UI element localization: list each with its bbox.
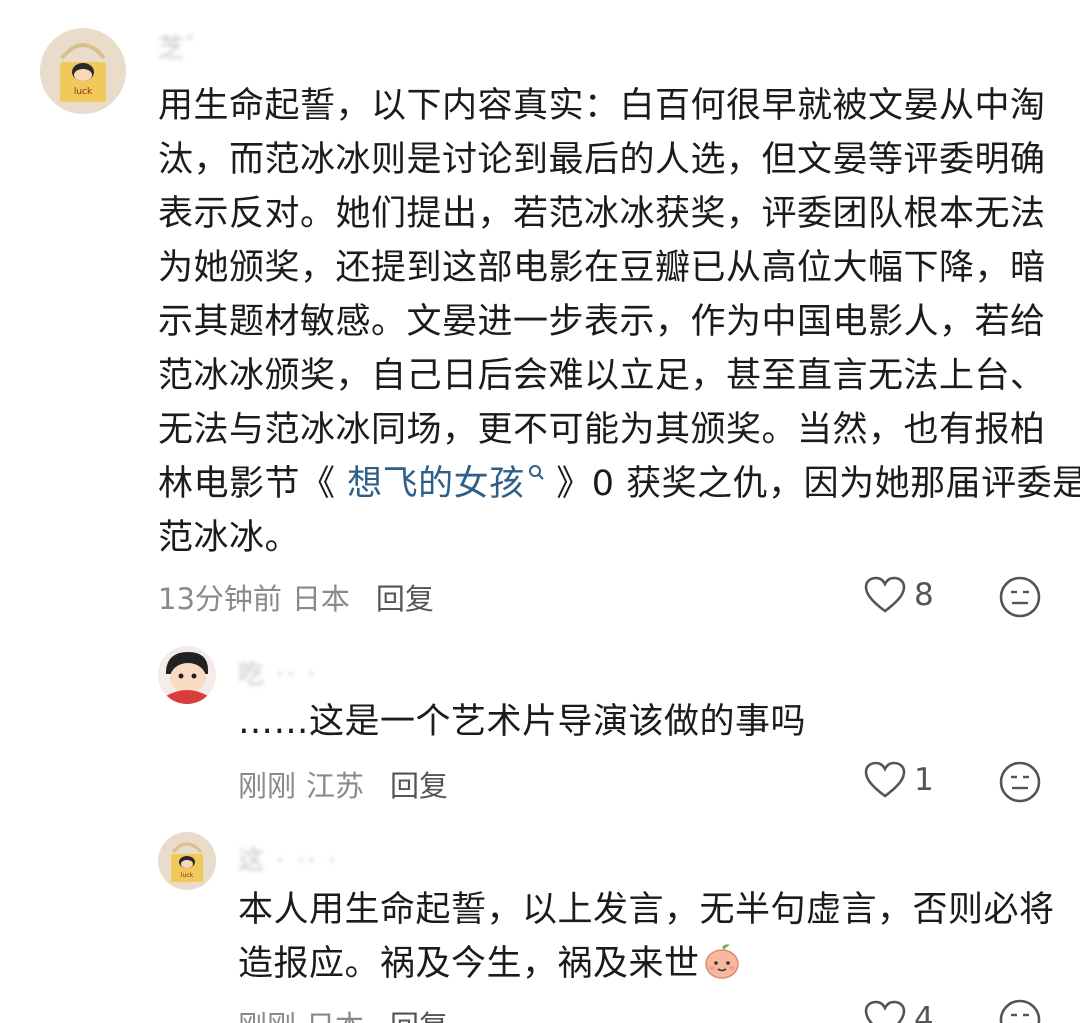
comment-line-prefix: 林电影节《 <box>158 464 348 504</box>
reply-item: luck 这 · ·· · 本人用生命起誓，以上发言，无半句虚言，否则必将 造报… <box>0 820 1080 1023</box>
comment-text: ……这是一个艺术片导演该做的事吗 <box>238 702 807 742</box>
comment-line: 林电影节《 想飞的女孩 》0 获奖之仇，因为她那届评委是 <box>158 457 1080 511</box>
comment-line-suffix: 》0 获奖之仇，因为她那届评委是 <box>544 464 1080 504</box>
reply-button[interactable]: 回复 <box>376 582 434 616</box>
search-icon <box>528 465 544 480</box>
comment-line: 用生命起誓，以下内容真实：白百何很早就被文晏从中淘 <box>158 86 1046 126</box>
user-avatar[interactable]: luck <box>158 832 216 890</box>
comment-time: 刚刚 <box>238 769 297 803</box>
dislike-button[interactable] <box>998 575 1042 619</box>
like-button[interactable]: 1 <box>864 761 934 799</box>
comment-location: 江苏 <box>306 769 365 803</box>
comment-time: 刚刚 <box>238 1009 296 1023</box>
dislike-button[interactable] <box>998 760 1042 804</box>
comment-line: 范冰冰颁奖，自己日后会难以立足，甚至直言无法上台、 <box>158 356 1046 396</box>
comment-thread: luck 芝ﾞ 用生命起誓，以下内容真实：白百何很早就被文晏从中淘 汰，而范冰冰… <box>0 0 1080 1023</box>
avatar-image <box>158 646 216 704</box>
username[interactable]: 这 · ·· · <box>238 840 338 877</box>
comment-location: 日本 <box>306 1009 364 1023</box>
svg-text:luck: luck <box>74 87 93 97</box>
meh-face-icon <box>999 576 1041 618</box>
like-count: 8 <box>914 577 934 613</box>
comment-text: 用生命起誓，以下内容真实：白百何很早就被文晏从中淘 汰，而范冰冰则是讨论到最后的… <box>158 79 1080 565</box>
user-avatar[interactable] <box>158 646 216 704</box>
comment-meta: 刚刚 江苏 回复 <box>238 763 458 805</box>
peach-face-emoji-icon <box>704 944 739 979</box>
dislike-button[interactable] <box>998 998 1042 1023</box>
username[interactable]: 芝ﾞ <box>158 28 201 65</box>
keyword-search-link[interactable]: 想飞的女孩 <box>347 464 545 504</box>
comment-line: 本人用生命起誓，以上发言，无半句虚言，否则必将 <box>238 890 1055 930</box>
reply-button[interactable]: 回复 <box>390 1009 448 1023</box>
like-count: 4 <box>914 1001 934 1023</box>
meh-face-icon <box>999 761 1041 803</box>
comment-line: 示其题材敏感。文晏进一步表示，作为中国电影人，若给 <box>158 302 1046 342</box>
comment-item: luck 芝ﾞ 用生命起誓，以下内容真实：白百何很早就被文晏从中淘 汰，而范冰冰… <box>0 0 1080 640</box>
comment-line: 汰，而范冰冰则是讨论到最后的人选，但文晏等评委明确 <box>158 140 1046 180</box>
svg-text:luck: luck <box>181 872 194 879</box>
comment-line-text: 造报应。祸及今生，祸及来世 <box>238 944 700 984</box>
heart-icon <box>864 1000 906 1023</box>
comment-location: 日本 <box>291 582 350 616</box>
like-button[interactable]: 8 <box>864 576 934 614</box>
comment-line: 范冰冰。 <box>158 518 301 558</box>
comment-line: 造报应。祸及今生，祸及来世 <box>238 937 1055 991</box>
avatar-image: luck <box>158 832 216 890</box>
keyword-link-text[interactable]: 想飞的女孩 <box>347 464 525 504</box>
username[interactable]: 吃 ·· · <box>238 654 317 691</box>
reply-button[interactable]: 回复 <box>390 769 448 803</box>
avatar-image: luck <box>40 28 126 114</box>
heart-icon <box>864 576 906 613</box>
comment-meta: 刚刚日本 回复 <box>238 1003 458 1023</box>
like-button[interactable]: 4 <box>864 1000 934 1023</box>
comment-meta: 13分钟前 日本 回复 <box>158 576 444 618</box>
user-avatar[interactable]: luck <box>40 28 126 114</box>
reply-item: 吃 ·· · ……这是一个艺术片导演该做的事吗 刚刚 江苏 回复 1 <box>0 640 1080 820</box>
like-count: 1 <box>914 762 934 798</box>
comment-time: 13分钟前 <box>158 582 282 616</box>
heart-icon <box>864 761 906 798</box>
comment-line: 表示反对。她们提出，若范冰冰获奖，评委团队根本无法 <box>158 194 1046 234</box>
comment-text: 本人用生命起誓，以上发言，无半句虚言，否则必将 造报应。祸及今生，祸及来世 <box>238 883 1055 991</box>
comment-line: 为她颁奖，还提到这部电影在豆瓣已从高位大幅下降，暗 <box>158 248 1046 288</box>
meh-face-icon <box>999 999 1041 1023</box>
comment-line: 无法与范冰冰同场，更不可能为其颁奖。当然，也有报柏 <box>158 410 1046 450</box>
